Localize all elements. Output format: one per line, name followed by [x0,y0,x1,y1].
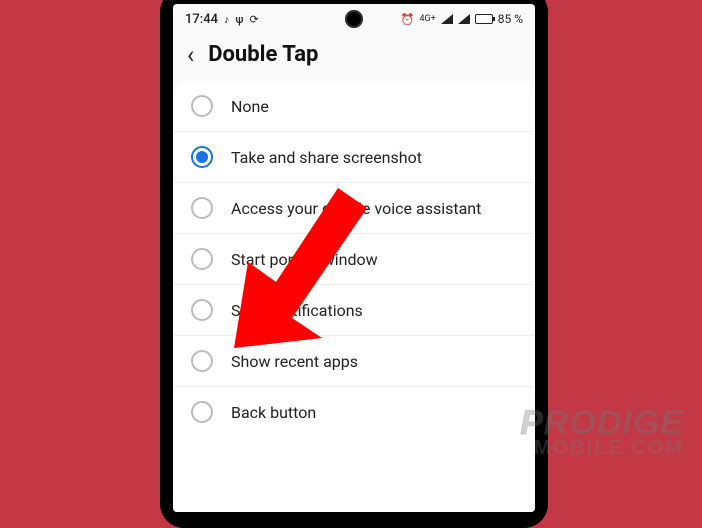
alarm-icon: ⏰ [401,13,415,26]
network-label: 4G+ [419,15,435,24]
signal-icon-2 [458,14,470,24]
page-title: Double Tap [208,42,318,67]
battery-icon [475,14,493,24]
music-icon: ♪ [224,13,230,26]
signal-icon-1 [441,14,453,24]
option-label: None [231,97,269,116]
radio-icon [191,401,213,423]
back-icon[interactable]: ‹ [187,43,194,67]
radio-icon [191,350,213,372]
options-list: None Take and share screenshot Access yo… [173,81,535,512]
option-back-button[interactable]: Back button [173,387,535,437]
radio-icon [191,146,213,168]
option-label: Access your google voice assistant [231,199,481,218]
status-time: 17:44 [185,12,218,27]
usb-icon: ψ [235,13,243,26]
status-bar: 17:44 ♪ ψ ⟳ ⏰ 4G+ 85 % [173,4,535,34]
option-popup-window[interactable]: Start pop-up window [173,234,535,285]
option-none[interactable]: None [173,81,535,132]
option-take-share-screenshot[interactable]: Take and share screenshot [173,132,535,183]
option-label: Show notifications [231,301,363,320]
option-label: Show recent apps [231,352,358,371]
option-show-notifications[interactable]: Show notifications [173,285,535,336]
battery-percent: 85 % [498,12,523,26]
phone-screen: 17:44 ♪ ψ ⟳ ⏰ 4G+ 85 % ‹ Double Tap Non [173,4,535,512]
sync-icon: ⟳ [249,13,258,26]
camera-hole [345,10,363,28]
option-label: Start pop-up window [231,250,378,269]
phone-frame: 17:44 ♪ ψ ⟳ ⏰ 4G+ 85 % ‹ Double Tap Non [160,0,548,528]
radio-icon [191,248,213,270]
option-google-voice-assistant[interactable]: Access your google voice assistant [173,183,535,234]
radio-icon [191,95,213,117]
settings-header: ‹ Double Tap [173,34,535,73]
radio-icon [191,197,213,219]
option-show-recent-apps[interactable]: Show recent apps [173,336,535,387]
option-label: Take and share screenshot [231,148,422,167]
radio-icon [191,299,213,321]
option-label: Back button [231,403,316,422]
